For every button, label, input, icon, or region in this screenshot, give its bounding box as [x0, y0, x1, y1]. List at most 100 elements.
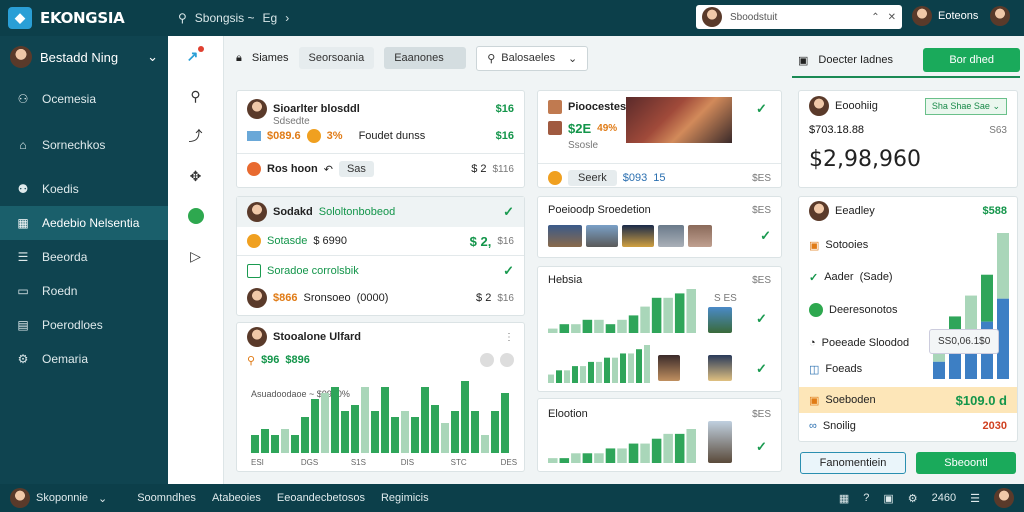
rail-send[interactable]: ▷	[168, 236, 223, 276]
sidebar-item-oemaria[interactable]: ⚙ Oemaria	[0, 342, 168, 376]
rail-brand-icon[interactable]: ↗	[168, 36, 223, 76]
chart-card-title: Stooalone Ulfard	[273, 331, 362, 343]
total-badge[interactable]: Sha Shae Sae ⌄	[924, 97, 1007, 115]
check-icon[interactable]: ✓	[756, 361, 767, 377]
row-amount: $ 6990	[313, 235, 348, 247]
x-tick-label: DES	[501, 458, 517, 467]
chart-bar	[481, 435, 489, 453]
sidebar-item-beeorda[interactable]: ☰ Beeorda	[0, 240, 168, 274]
gallery-photo[interactable]	[548, 225, 582, 247]
checkbox-icon[interactable]	[247, 264, 261, 278]
breakdown-title: Eeadley	[835, 205, 875, 217]
gallery-photo[interactable]	[586, 225, 618, 247]
share-icon: ⤴	[188, 128, 203, 144]
chart-bar	[331, 387, 339, 453]
election-bar	[605, 448, 616, 463]
event-amount: $2E	[568, 120, 592, 136]
gallery-photo[interactable]	[658, 225, 684, 247]
help-icon[interactable]: ?	[863, 492, 869, 504]
metrics-photo[interactable]	[708, 355, 732, 381]
top-search[interactable]: ⚲ Sbongsis ~ Eg ›	[178, 11, 289, 25]
event-title: Pioocestes	[568, 101, 627, 113]
green-button[interactable]: Sbeoontl	[916, 452, 1016, 474]
undo-icon[interactable]: ↶	[324, 163, 333, 176]
sidebar-item-label: Poerodloes	[42, 318, 103, 332]
dollar-icon	[480, 353, 494, 367]
rail-search[interactable]: ⚲	[168, 76, 223, 116]
check-icon[interactable]: ✓	[756, 311, 767, 327]
metrics-title: Hebsia	[548, 274, 583, 286]
election-bar	[548, 458, 558, 463]
close-icon[interactable]: ✕	[888, 12, 896, 23]
tab-doecter[interactable]: Doecter Iadnes	[818, 54, 893, 66]
chart-bar	[271, 435, 279, 453]
chart-bar	[431, 405, 439, 453]
check-icon[interactable]: ✓	[760, 228, 771, 244]
grid-icon[interactable]: ▦	[839, 492, 849, 505]
metrics-bar	[612, 357, 618, 383]
coin-icon	[548, 171, 562, 185]
check-icon[interactable]: ✓	[503, 263, 514, 279]
user-menu[interactable]: Eoteons	[912, 6, 978, 26]
card-title: Sioarlter blosddl	[273, 103, 360, 115]
rail-puzzle[interactable]: ✥	[168, 156, 223, 196]
metrics-bar	[686, 289, 696, 333]
chart-bar	[451, 411, 459, 453]
gallery-card: Poeioodp Sroedetion $ES ✓	[537, 196, 782, 258]
row-value: $ 2,	[469, 233, 492, 249]
sidebar-item-koedis[interactable]: ⚉ Koedis	[0, 172, 168, 206]
puzzle-icon: ✥	[189, 167, 202, 184]
bottom-link[interactable]: Regimicis	[381, 492, 429, 504]
bottom-link[interactable]: Eeoandecbetosos	[277, 492, 365, 504]
home-icon: ⌂	[19, 138, 27, 152]
event-footer-val: $093	[622, 172, 648, 184]
gallery-photo[interactable]	[622, 225, 654, 247]
bottom-user[interactable]: Skoponnie	[36, 492, 88, 504]
primary-action-button[interactable]: Bor dhed	[923, 48, 1020, 72]
filter-chip-2[interactable]: Eaanones	[384, 47, 467, 69]
more-icon[interactable]: ⋮	[504, 332, 514, 343]
check-icon[interactable]: ✓	[756, 101, 767, 117]
sidebar-user[interactable]: Bestadd Ning ⌄	[0, 36, 168, 78]
chart-bar	[501, 393, 509, 453]
sidebar-item-aedebio[interactable]: ▦ Aedebio Nelsentia	[0, 206, 168, 240]
link-icon: ∞	[809, 420, 817, 432]
caret-icon: ⌃	[871, 11, 880, 23]
election-bars	[548, 429, 696, 463]
coin-icon	[247, 234, 261, 248]
sidebar-item-sornechkos[interactable]: ⌂ Sornechkos	[0, 128, 168, 162]
check-icon[interactable]: ✓	[503, 204, 514, 220]
clock-icon: ◔	[809, 337, 816, 349]
sidebar-item-label: Koedis	[42, 182, 79, 196]
menu-icon[interactable]: ☰	[970, 492, 980, 505]
gallery-tag: $ES	[752, 204, 771, 216]
bottom-link[interactable]: Atabeoies	[212, 492, 261, 504]
election-photo[interactable]	[708, 421, 732, 463]
sidebar-item-poerodloes[interactable]: ▤ Poerodloes	[0, 308, 168, 342]
rail-share[interactable]: ⤴	[168, 116, 223, 156]
profile-avatar[interactable]	[990, 6, 1010, 29]
gear-icon[interactable]: ⚙	[908, 492, 918, 505]
filter-select[interactable]: ⚲ Balosaeles ⌄	[476, 45, 589, 71]
bottom-link[interactable]: Soomndhes	[137, 492, 196, 504]
image-icon[interactable]: ▣	[883, 492, 893, 505]
stack-bar-top	[997, 233, 1009, 299]
user-name: Eoteons	[938, 10, 979, 22]
outline-button[interactable]: Fanomentiein	[800, 452, 906, 474]
event-footer-label[interactable]: Seerk	[568, 170, 617, 186]
sidebar-item-roedn[interactable]: ▭ Roedn	[0, 274, 168, 308]
bottom-profile-avatar[interactable]	[994, 488, 1014, 508]
metrics-photo[interactable]	[708, 307, 732, 333]
gallery-photo[interactable]	[688, 225, 712, 247]
filter-chip-1[interactable]: Seorsoania	[298, 47, 375, 69]
card-avatar	[247, 202, 267, 222]
rail-status[interactable]	[168, 196, 223, 236]
sidebar-item-ocemesia[interactable]: ⚇ Ocemesia	[0, 82, 168, 116]
logo[interactable]: ◆ EKONGSIA	[0, 7, 168, 29]
check-icon[interactable]: ✓	[756, 439, 767, 455]
chevron-down-icon: ⌄	[98, 492, 108, 505]
search-input[interactable]: Sboodstuit ⌃ ✕	[696, 5, 902, 29]
highlight-row[interactable]: ▣ Soeboden $109.0 d	[799, 387, 1017, 413]
metrics-photo[interactable]	[658, 355, 680, 381]
footer-button[interactable]: Sas	[338, 161, 374, 177]
